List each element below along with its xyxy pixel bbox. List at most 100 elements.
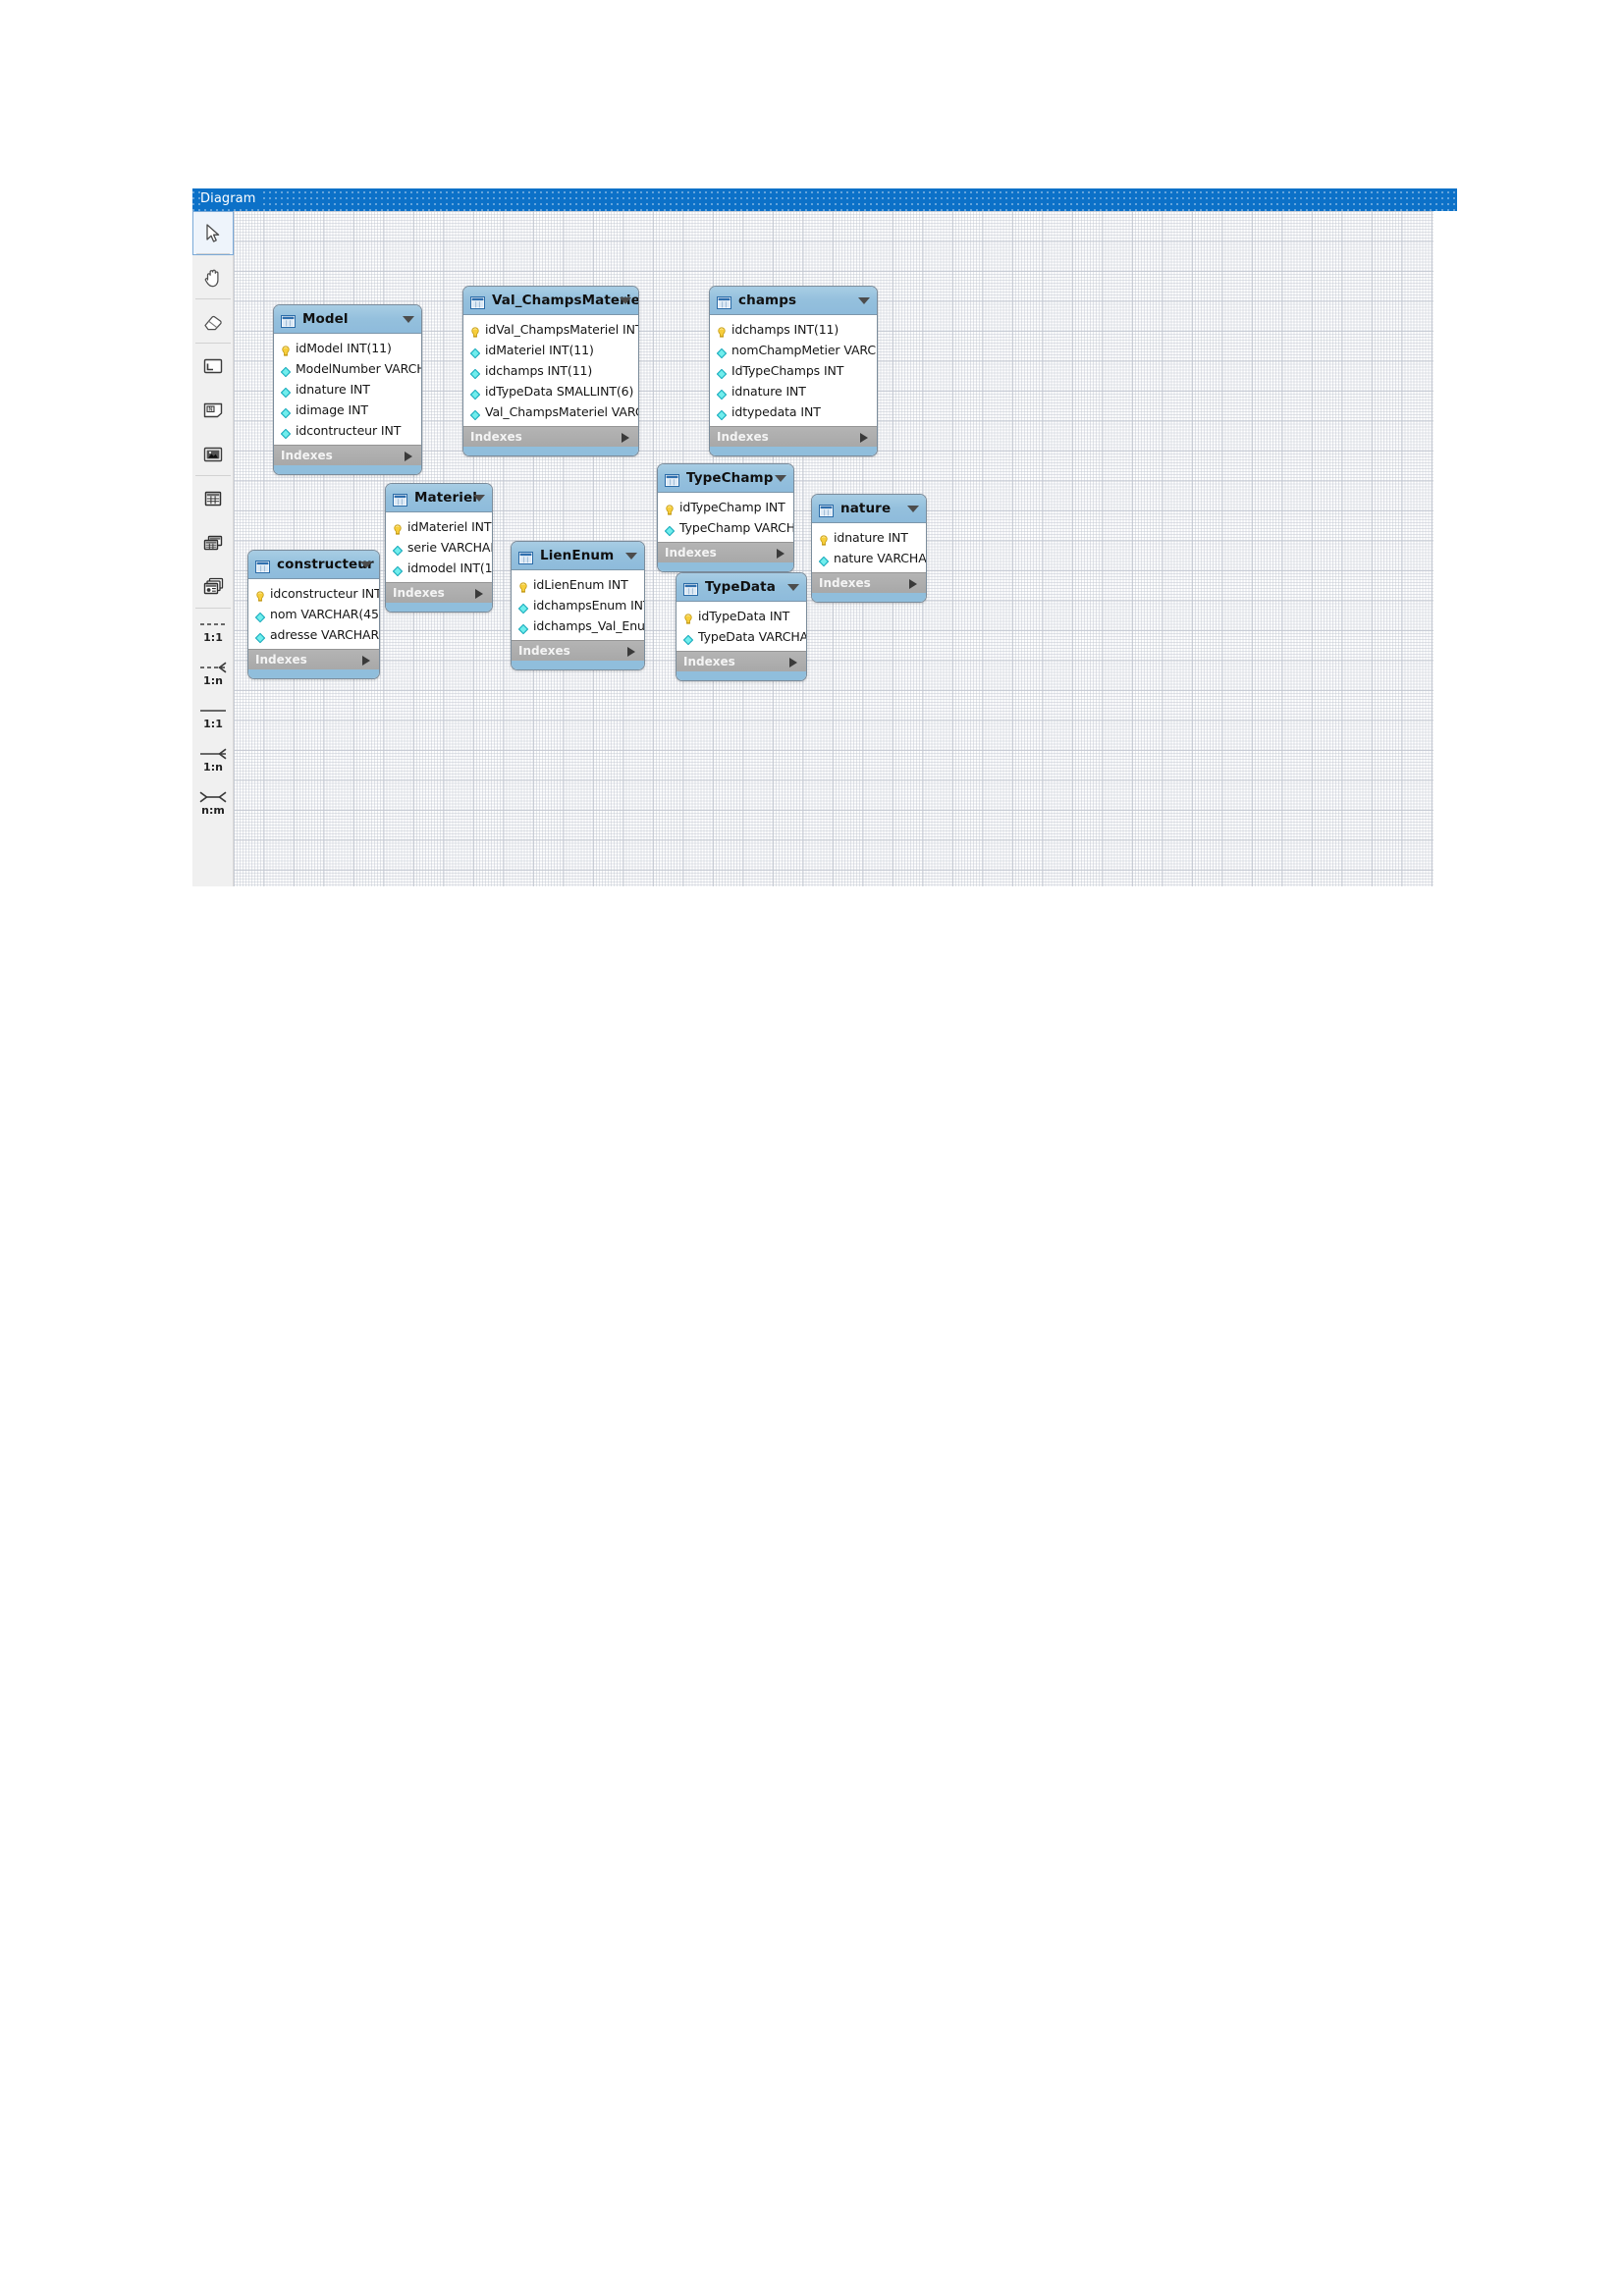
column-diamond-icon xyxy=(716,365,728,379)
er-table-header[interactable]: Materiel xyxy=(386,484,492,512)
er-column-row[interactable]: TypeChamp VARCHAR(45) xyxy=(658,517,793,538)
er-column-row[interactable]: idTypeData INT xyxy=(676,606,806,626)
er-column-row[interactable]: idnature INT xyxy=(812,527,926,548)
er-table-nature[interactable]: nature idnature INT nature VARCHAR(45) Inde… xyxy=(811,494,927,603)
image-tool[interactable] xyxy=(192,432,234,476)
er-column-row[interactable]: idMateriel INT(11) xyxy=(463,340,638,360)
expand-right-icon[interactable] xyxy=(627,647,635,657)
relationship-1-n-non-identifying[interactable]: 1:n xyxy=(192,738,234,781)
chevron-down-icon[interactable] xyxy=(787,584,799,591)
diagram-tab-label[interactable]: Diagram xyxy=(200,191,262,206)
column-diamond-icon xyxy=(517,620,529,634)
er-table-indexes-bar[interactable]: Indexes xyxy=(274,445,421,465)
er-table-indexes-bar[interactable]: Indexes xyxy=(676,651,806,671)
chevron-down-icon[interactable] xyxy=(620,297,631,304)
expand-right-icon[interactable] xyxy=(777,549,784,559)
pointer-tool[interactable] xyxy=(192,211,234,255)
er-table-constructeur[interactable]: constructeur idconstructeur INT nom VARCHA… xyxy=(247,550,380,679)
er-table-model[interactable]: Model idModel INT(11) ModelNumber VARCHAR(… xyxy=(273,304,422,475)
er-column-label: idmodel INT(11) xyxy=(407,561,493,575)
er-column-row[interactable]: idModel INT(11) xyxy=(274,338,421,358)
er-table-header[interactable]: LienEnum xyxy=(512,542,644,570)
er-column-row[interactable]: IdTypeChamps INT xyxy=(710,360,877,381)
expand-right-icon[interactable] xyxy=(362,656,370,666)
expand-right-icon[interactable] xyxy=(475,589,483,599)
relationship-1-1-non-identifying[interactable]: 1:1 xyxy=(192,695,234,738)
expand-right-icon[interactable] xyxy=(622,433,629,443)
expand-right-icon[interactable] xyxy=(860,433,868,443)
er-table-indexes-bar[interactable]: Indexes xyxy=(710,426,877,447)
er-column-row[interactable]: idconstructeur INT xyxy=(248,583,379,604)
er-column-row[interactable]: serie VARCHAR(45) xyxy=(386,537,492,558)
er-table-indexes-bar[interactable]: Indexes xyxy=(386,582,492,603)
er-table-header[interactable]: Model xyxy=(274,305,421,334)
er-table-typechamp[interactable]: TypeChamp idTypeChamp INT TypeChamp VARCHA… xyxy=(657,463,794,572)
er-column-row[interactable]: Val_ChampsMateriel VARCHAR(... xyxy=(463,401,638,422)
er-column-row[interactable]: idchampsEnum INT xyxy=(512,595,644,615)
er-column-row[interactable]: TypeData VARCHAR(45) xyxy=(676,626,806,647)
er-table-name: TypeData xyxy=(705,579,776,595)
er-table-header[interactable]: champs xyxy=(710,287,877,315)
view-icon xyxy=(202,534,224,552)
er-column-row[interactable]: idMateriel INT(11) xyxy=(386,516,492,537)
chevron-down-icon[interactable] xyxy=(403,316,414,323)
er-column-row[interactable]: idimage INT xyxy=(274,400,421,420)
hand-tool[interactable] xyxy=(192,255,234,299)
er-table-indexes-bar[interactable]: Indexes xyxy=(658,542,793,562)
er-column-row[interactable]: idTypeChamp INT xyxy=(658,497,793,517)
er-column-label: idchamps INT(11) xyxy=(485,363,593,378)
er-column-row[interactable]: nomChampMetier VARCHAR(45) xyxy=(710,340,877,360)
er-column-row[interactable]: idVal_ChampsMateriel INT(11) xyxy=(463,319,638,340)
view-tool[interactable] xyxy=(192,520,234,564)
er-column-row[interactable]: idchamps INT(11) xyxy=(463,360,638,381)
note-tool[interactable]: N xyxy=(192,388,234,432)
er-column-row[interactable]: idnature INT xyxy=(274,379,421,400)
eraser-tool[interactable] xyxy=(192,299,234,344)
chevron-down-icon[interactable] xyxy=(625,553,637,560)
routine-group-tool[interactable] xyxy=(192,564,234,609)
column-diamond-icon xyxy=(664,522,676,536)
er-table-materiel[interactable]: Materiel idMateriel INT(11) serie VARCHAR(… xyxy=(385,483,493,613)
expand-right-icon[interactable] xyxy=(789,658,797,667)
er-column-row[interactable]: nature VARCHAR(45) xyxy=(812,548,926,568)
table-tool[interactable] xyxy=(192,476,234,520)
er-table-val_champsmateriel[interactable]: Val_ChampsMateriel idVal_ChampsMateriel I… xyxy=(462,286,639,456)
er-column-row[interactable]: ModelNumber VARCHAR(45) xyxy=(274,358,421,379)
cursor-arrow-icon xyxy=(203,223,223,244)
er-table-header[interactable]: constructeur xyxy=(248,551,379,579)
chevron-down-icon[interactable] xyxy=(858,297,870,304)
expand-right-icon[interactable] xyxy=(405,452,412,461)
er-table-header[interactable]: nature xyxy=(812,495,926,523)
er-table-typedata[interactable]: TypeData idTypeData INT TypeData VARCHAR(4… xyxy=(676,572,807,681)
er-table-header[interactable]: TypeData xyxy=(676,573,806,602)
er-column-row[interactable]: nom VARCHAR(45) xyxy=(248,604,379,624)
er-column-row[interactable]: idmodel INT(11) xyxy=(386,558,492,578)
eer-diagram-canvas[interactable]: Model idModel INT(11) ModelNumber VARCHAR(… xyxy=(234,211,1434,886)
er-column-row[interactable]: idchamps INT(11) xyxy=(710,319,877,340)
relationship-n-m[interactable]: n:m xyxy=(192,781,234,825)
er-column-row[interactable]: idtypedata INT xyxy=(710,401,877,422)
er-column-row[interactable]: idTypeData SMALLINT(6) xyxy=(463,381,638,401)
er-column-row[interactable]: idcontructeur INT xyxy=(274,420,421,441)
layer-tool[interactable] xyxy=(192,344,234,388)
expand-right-icon[interactable] xyxy=(909,579,917,589)
relationship-1-1-identifying-optional[interactable]: 1:1 xyxy=(192,609,234,652)
er-table-indexes-bar[interactable]: Indexes xyxy=(512,640,644,661)
er-table-indexes-bar[interactable]: Indexes xyxy=(248,649,379,669)
er-table-indexes-bar[interactable]: Indexes xyxy=(812,572,926,593)
relationship-1-n-identifying-optional[interactable]: 1:n xyxy=(192,652,234,695)
er-table-columns: idchamps INT(11) nomChampMetier VARCHAR(4… xyxy=(710,315,877,426)
er-column-row[interactable]: idchamps_Val_Enum INT xyxy=(512,615,644,636)
er-table-indexes-bar[interactable]: Indexes xyxy=(463,426,638,447)
er-table-lienenum[interactable]: LienEnum idLienEnum INT idchampsEnum INT id… xyxy=(511,541,645,670)
er-column-row[interactable]: idnature INT xyxy=(710,381,877,401)
er-table-champs[interactable]: champs idchamps INT(11) nomChampMetier VAR… xyxy=(709,286,878,456)
er-column-row[interactable]: adresse VARCHAR(45) xyxy=(248,624,379,645)
chevron-down-icon[interactable] xyxy=(775,475,786,482)
er-column-row[interactable]: idLienEnum INT xyxy=(512,574,644,595)
chevron-down-icon[interactable] xyxy=(907,506,919,512)
er-table-header[interactable]: TypeChamp xyxy=(658,464,793,493)
chevron-down-icon[interactable] xyxy=(473,495,485,502)
chevron-down-icon[interactable] xyxy=(360,561,372,568)
er-table-header[interactable]: Val_ChampsMateriel xyxy=(463,287,638,315)
